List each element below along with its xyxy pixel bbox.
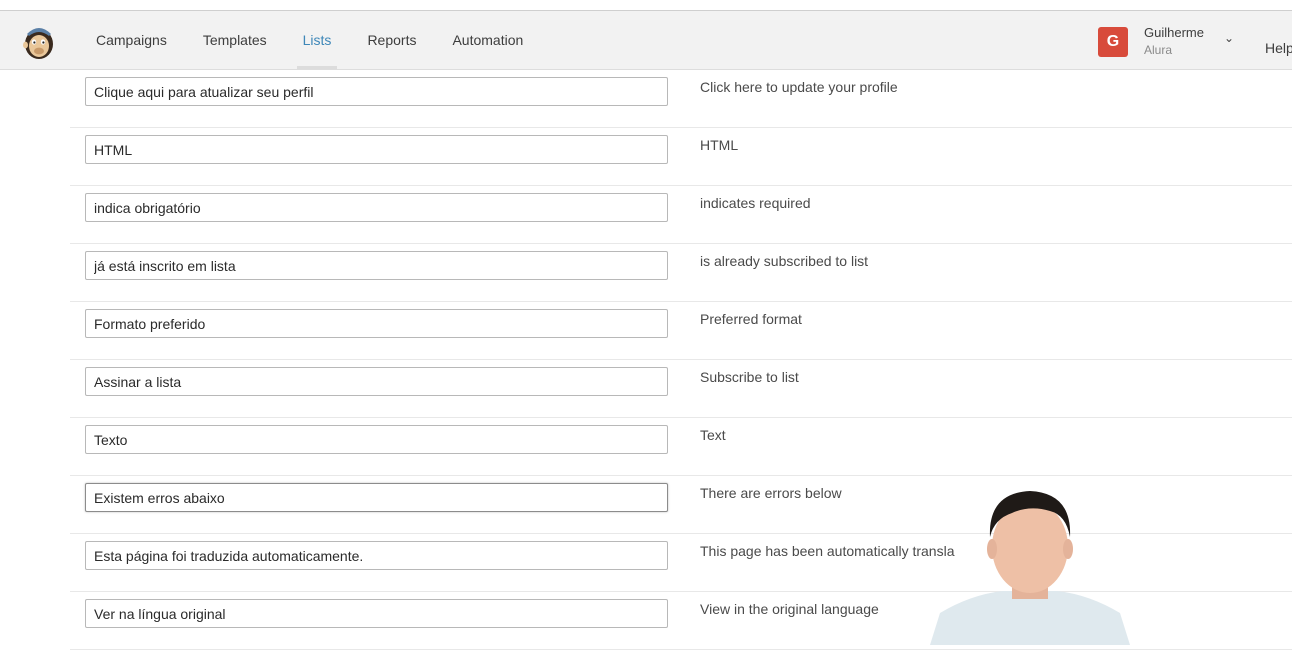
translation-input[interactable] <box>85 251 668 280</box>
translation-input[interactable] <box>85 425 668 454</box>
original-text: Preferred format <box>700 311 802 327</box>
browser-top-edge <box>0 0 1292 11</box>
original-text: View in the original language <box>700 601 879 617</box>
translation-input[interactable] <box>85 541 668 570</box>
translation-row: indicates required <box>0 186 1292 244</box>
translation-input[interactable] <box>85 193 668 222</box>
nav-automation[interactable]: Automation <box>452 11 523 69</box>
nav-lists[interactable]: Lists <box>296 11 338 69</box>
webcam-overlay <box>930 491 1130 645</box>
translation-row: is already subscribed to list <box>0 244 1292 302</box>
translation-input[interactable] <box>85 77 668 106</box>
translation-input[interactable] <box>85 135 668 164</box>
main-nav: Campaigns Templates Lists Reports Automa… <box>96 11 559 69</box>
translation-row: Click here to update your profile <box>0 70 1292 128</box>
translation-input[interactable] <box>85 599 668 628</box>
top-navigation-bar: Campaigns Templates Lists Reports Automa… <box>0 11 1292 70</box>
original-text: indicates required <box>700 195 811 211</box>
original-text: Subscribe to list <box>700 369 799 385</box>
translation-row: Text <box>0 418 1292 476</box>
help-link[interactable]: Help <box>1265 40 1292 56</box>
translation-input[interactable] <box>85 483 668 512</box>
translation-row: Subscribe to list <box>0 360 1292 418</box>
user-org: Alura <box>1144 43 1173 57</box>
original-text: HTML <box>700 137 739 153</box>
original-text: This page has been automatically transla <box>700 543 955 559</box>
mailchimp-logo[interactable] <box>22 24 56 60</box>
original-text: is already subscribed to list <box>700 253 869 269</box>
nav-campaigns[interactable]: Campaigns <box>96 11 167 69</box>
translation-input[interactable] <box>85 367 668 396</box>
original-text: Text <box>700 427 726 443</box>
nav-templates[interactable]: Templates <box>203 11 267 69</box>
original-text: Click here to update your profile <box>700 79 898 95</box>
nav-reports[interactable]: Reports <box>367 11 416 69</box>
chevron-down-icon[interactable]: ⌄ <box>1224 31 1234 45</box>
avatar[interactable]: G <box>1098 27 1128 57</box>
user-name: Guilherme <box>1144 25 1204 40</box>
translation-row: Preferred format <box>0 302 1292 360</box>
translation-input[interactable] <box>85 309 668 338</box>
original-text: There are errors below <box>700 485 842 501</box>
translation-row: HTML <box>0 128 1292 186</box>
